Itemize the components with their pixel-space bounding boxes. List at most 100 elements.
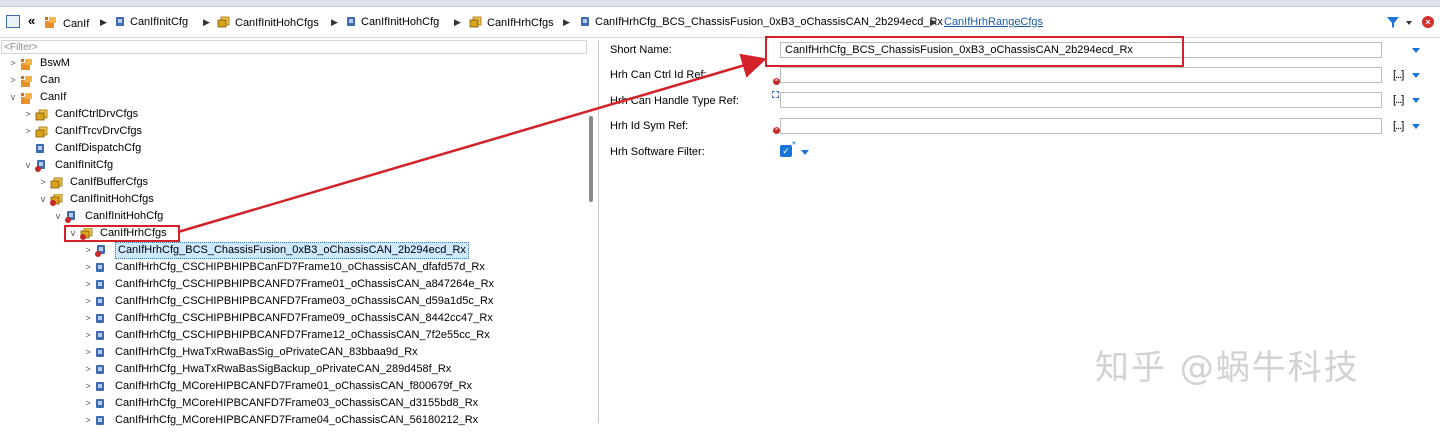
chevron-down-icon[interactable]: [1412, 124, 1420, 129]
tree-item[interactable]: > CanIfHrhCfg_HwaTxRwaBasSig_oPrivateCAN_…: [0, 344, 586, 361]
chevron-right-icon[interactable]: >: [83, 395, 93, 412]
tree-item[interactable]: > Can: [0, 72, 586, 89]
short-name-dropdown-icon[interactable]: [1412, 48, 1420, 53]
tree-item[interactable]: > CanIfHrhCfg_CSCHIPBHIPBCANFD7Frame03_oC…: [0, 293, 586, 310]
chevron-right-icon[interactable]: >: [38, 174, 48, 191]
no-expander[interactable]: [23, 140, 33, 157]
tree-item[interactable]: > CanIfHrhCfg_MCoreHIPBCANFD7Frame04_oCha…: [0, 412, 586, 429]
hrh-can-handle-type-ref-field[interactable]: [780, 92, 1382, 108]
tree-item[interactable]: v CanIfInitCfg: [0, 157, 586, 174]
chevron-right-icon[interactable]: >: [83, 310, 93, 327]
chevron-right-icon[interactable]: >: [83, 344, 93, 361]
tree-item-label: Can: [40, 74, 61, 86]
filter-icon[interactable]: [1386, 16, 1400, 29]
hrh-can-ctrl-id-ref-field[interactable]: [780, 67, 1382, 83]
chevron-down-icon[interactable]: [801, 150, 809, 155]
chevron-right-icon: ▶: [930, 17, 937, 27]
close-icon[interactable]: ×: [1422, 16, 1434, 28]
chevron-right-icon[interactable]: >: [83, 259, 93, 276]
chevron-right-icon[interactable]: >: [8, 72, 18, 89]
chevron-down-icon[interactable]: [1412, 98, 1420, 103]
short-name-label: Short Name:: [610, 44, 672, 56]
container-icon: [95, 381, 107, 392]
chevron-down-icon[interactable]: v: [53, 208, 63, 225]
container-list-icon: [469, 16, 482, 28]
tree-item[interactable]: > CanIfBufferCfgs: [0, 174, 586, 191]
chevron-right-icon: ▶: [100, 17, 107, 27]
breadcrumb-item-canifhrhcfgs[interactable]: CanIfHrhCfgs: [469, 16, 554, 29]
tree-item-label: CanIfHrhCfg_CSCHIPBHIPBCANFD7Frame01_oCh…: [115, 278, 495, 290]
chevron-right-icon: ▶: [203, 17, 210, 27]
tree-item[interactable]: > CanIfHrhCfg_CSCHIPBHIPBCANFD7Frame09_oC…: [0, 310, 586, 327]
tree-item[interactable]: v CanIf: [0, 89, 586, 106]
vertical-scrollbar[interactable]: [589, 116, 593, 202]
chevron-right-icon[interactable]: >: [83, 378, 93, 395]
breadcrumb-label: CanIfInitCfg: [130, 16, 189, 28]
breadcrumb-item-canif[interactable]: CanIf: [44, 16, 89, 30]
highlight-box-hrhcfgs: [64, 225, 180, 242]
browse-button[interactable]: [...]: [1393, 69, 1404, 81]
browse-button[interactable]: [...]: [1393, 94, 1404, 106]
tree-item[interactable]: > CanIfHrhCfg_HwaTxRwaBasSigBackup_oPriva…: [0, 361, 586, 378]
container-list-icon: [50, 177, 63, 189]
breadcrumb-item-caninithohcfgs[interactable]: CanIfInitHohCfgs: [217, 16, 319, 29]
tree-item[interactable]: v CanIfInitHohCfgs: [0, 191, 586, 208]
tree-item[interactable]: > CanIfHrhCfg_MCoreHIPBCANFD7Frame03_oCha…: [0, 395, 586, 412]
chevron-right-icon[interactable]: >: [23, 123, 33, 140]
tree-item[interactable]: > CanIfHrhCfg_CSCHIPBHIPBCANFD7Frame12_oC…: [0, 327, 586, 344]
chevron-down-icon[interactable]: v: [38, 191, 48, 208]
filter-input[interactable]: <Filter>: [1, 40, 587, 54]
chevron-right-icon: ▶: [454, 17, 461, 27]
watermark-text: 知乎 @蜗牛科技: [1095, 348, 1360, 388]
chevron-down-icon[interactable]: [1406, 21, 1412, 25]
container-icon: [116, 17, 124, 26]
tree-item-label: CanIfCtrlDrvCfgs: [55, 108, 139, 120]
tree-item-label: CanIfTrcvDrvCfgs: [55, 125, 142, 137]
container-icon: [35, 143, 47, 154]
editor-icon[interactable]: [6, 15, 20, 28]
tree-item[interactable]: > CanIfCtrlDrvCfgs: [0, 106, 586, 123]
chevron-right-icon[interactable]: >: [83, 293, 93, 310]
breadcrumb-item-caninithohcfg[interactable]: CanIfInitHohCfg: [346, 16, 439, 28]
chevron-right-icon[interactable]: >: [8, 55, 18, 72]
tree-item[interactable]: > BswM: [0, 55, 586, 72]
tree-item[interactable]: > CanIfTrcvDrvCfgs: [0, 123, 586, 140]
tree-item-label: CanIfHrhCfg_CSCHIPBHIPBCANFD7Frame12_oCh…: [115, 329, 490, 341]
chevron-right-icon[interactable]: >: [83, 327, 93, 344]
tree-item-label: CanIfHrhCfg_CSCHIPBHIPBCanFD7Frame10_oCh…: [115, 261, 485, 273]
tree-item-label: CanIfHrhCfg_BCS_ChassisFusion_0xB3_oChas…: [115, 242, 469, 259]
breadcrumb-label: CanIfHrhCfgs: [487, 17, 554, 29]
hrh-id-sym-ref-field[interactable]: [780, 118, 1382, 134]
module-icon: [20, 92, 32, 104]
tree-item[interactable]: > CanIfHrhCfg_CSCHIPBHIPBCanFD7Frame10_oC…: [0, 259, 586, 276]
hrh-software-filter-checkbox[interactable]: ✓: [780, 145, 792, 157]
tree-item[interactable]: > CanIfHrhCfg_MCoreHIPBCANFD7Frame01_oCha…: [0, 378, 586, 395]
tree-item[interactable]: v CanIfInitHohCfg: [0, 208, 586, 225]
tree-item[interactable]: > CanIfHrhCfg_BCS_ChassisFusion_0xB3_oCha…: [0, 242, 586, 259]
tree-item-label: CanIf: [40, 91, 67, 103]
chevron-right-icon[interactable]: >: [83, 412, 93, 429]
tree-item[interactable]: CanIfDispatchCfg: [0, 140, 586, 157]
container-error-icon: [95, 245, 107, 257]
container-error-icon: [65, 211, 77, 223]
breadcrumb-label: CanIfHrhCfg_BCS_ChassisFusion_0xB3_oChas…: [595, 16, 943, 28]
double-chevron-left-icon[interactable]: «: [28, 13, 35, 28]
breadcrumb-item-caninitcfg[interactable]: CanIfInitCfg: [115, 16, 188, 28]
container-icon: [95, 364, 107, 375]
chevron-right-icon[interactable]: >: [23, 106, 33, 123]
browse-button[interactable]: [...]: [1393, 120, 1404, 132]
chevron-down-icon[interactable]: [1412, 73, 1420, 78]
breadcrumb-item-canifhrhcfg[interactable]: CanIfHrhCfg_BCS_ChassisFusion_0xB3_oChas…: [580, 16, 943, 28]
container-icon: [95, 330, 107, 341]
tree-item-label: CanIfInitCfg: [55, 159, 114, 171]
chevron-right-icon[interactable]: >: [83, 361, 93, 378]
container-icon: [95, 296, 107, 307]
chevron-down-icon[interactable]: v: [8, 89, 18, 106]
tree-item[interactable]: > CanIfHrhCfg_CSCHIPBHIPBCANFD7Frame01_oC…: [0, 276, 586, 293]
chevron-down-icon[interactable]: v: [23, 157, 33, 174]
chevron-right-icon[interactable]: >: [83, 276, 93, 293]
hrh-can-ctrl-id-ref-label: Hrh Can Ctrl Id Ref:: [610, 69, 707, 81]
breadcrumb-link-hrhrangecfgs[interactable]: CanIfHrhRangeCfgs: [944, 16, 1043, 28]
module-icon: [20, 75, 32, 87]
chevron-right-icon[interactable]: >: [83, 242, 93, 259]
